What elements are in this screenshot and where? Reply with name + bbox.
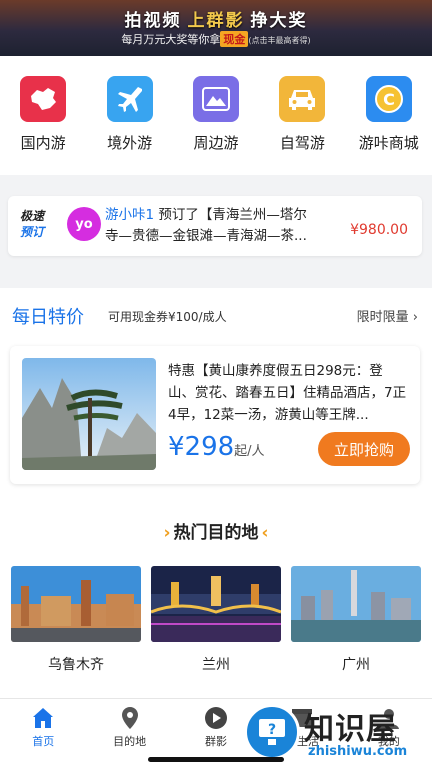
fast-booking-badge: 极速 预订	[20, 209, 45, 239]
location-pin-icon	[121, 707, 138, 729]
promo-banner[interactable]: 拍视频 上群影 挣大奖 每月万元大奖等你拿 现金 (点击丰最高者得)	[0, 0, 432, 56]
svg-text:?: ?	[268, 722, 276, 738]
question-icon: ?	[244, 704, 300, 760]
hot-destinations-section: › 热门目的地 ‹ 乌鲁木齐 兰州 广州	[0, 490, 432, 698]
chevron-left-icon: ‹	[261, 523, 269, 543]
category-shop[interactable]: C 游咔商城	[349, 76, 429, 175]
category-selfdrive[interactable]: 自驾游	[262, 76, 342, 175]
deal-price: ¥298起/人	[168, 432, 265, 462]
section-subtitle: 可用现金券¥100/成人	[108, 310, 227, 324]
play-icon	[205, 707, 228, 729]
destination-image	[11, 566, 141, 642]
app-page: 拍视频 上群影 挣大奖 每月万元大奖等你拿 现金 (点击丰最高者得) 国内游 境外游 周…	[0, 0, 432, 768]
destination-image	[151, 566, 281, 642]
category-nearby[interactable]: 周边游	[176, 76, 256, 175]
tab-home[interactable]: 首页	[0, 699, 86, 768]
booking-news-text: 游小咔1 预订了【青海兰州—塔尔 寺—贵德—金银滩—青海湖—茶...	[105, 207, 307, 244]
booking-news-strip[interactable]: 极速 预订 yo 游小咔1 预订了【青海兰州—塔尔 寺—贵德—金银滩—青海湖—茶…	[8, 196, 422, 256]
more-link[interactable]: 限时限量 ›	[357, 306, 418, 325]
mountain-icon	[192, 76, 239, 122]
destination-card[interactable]: 乌鲁木齐	[11, 566, 141, 674]
banner-title: 拍视频 上群影 挣大奖	[124, 11, 308, 31]
chevron-right-icon: ›	[412, 310, 418, 325]
booking-price: ¥980.00	[350, 222, 408, 238]
buy-now-button[interactable]: 立即抢购	[318, 432, 410, 466]
section-title: 每日特价	[12, 307, 84, 328]
home-icon	[33, 708, 54, 728]
deal-image	[22, 358, 156, 470]
china-map-icon	[20, 76, 67, 122]
banner-subtitle: 每月万元大奖等你拿 现金 (点击丰最高者得)	[121, 31, 311, 47]
svg-text:C: C	[383, 90, 395, 109]
destination-card[interactable]: 广州	[291, 566, 421, 674]
destination-card[interactable]: 兰州	[151, 566, 281, 674]
chevron-right-icon: ›	[163, 523, 171, 543]
section-title: › 热门目的地 ‹	[163, 523, 269, 543]
category-overseas[interactable]: 境外游	[90, 76, 170, 175]
airplane-icon	[106, 76, 153, 122]
daily-special-section: 特惠【黄山康养度假五日298元：登山、赏花、踏春五日】住精品酒店，7正4早，12…	[0, 340, 432, 490]
coin-icon: C	[365, 76, 412, 122]
destination-image	[291, 566, 421, 642]
category-grid: 国内游 境外游 周边游 自驾游 C 游咔商城	[0, 56, 432, 175]
deal-description: 特惠【黄山康养度假五日298元：登山、赏花、踏春五日】住精品酒店，7正4早，12…	[168, 363, 407, 423]
home-indicator	[148, 757, 284, 762]
daily-special-header: 每日特价 可用现金券¥100/成人 限时限量 ›	[0, 288, 432, 340]
car-icon	[279, 76, 326, 122]
avatar: yo	[67, 207, 101, 241]
deal-card[interactable]: 特惠【黄山康养度假五日298元：登山、赏花、踏春五日】住精品酒店，7正4早，12…	[10, 346, 420, 484]
category-domestic[interactable]: 国内游	[3, 76, 83, 175]
